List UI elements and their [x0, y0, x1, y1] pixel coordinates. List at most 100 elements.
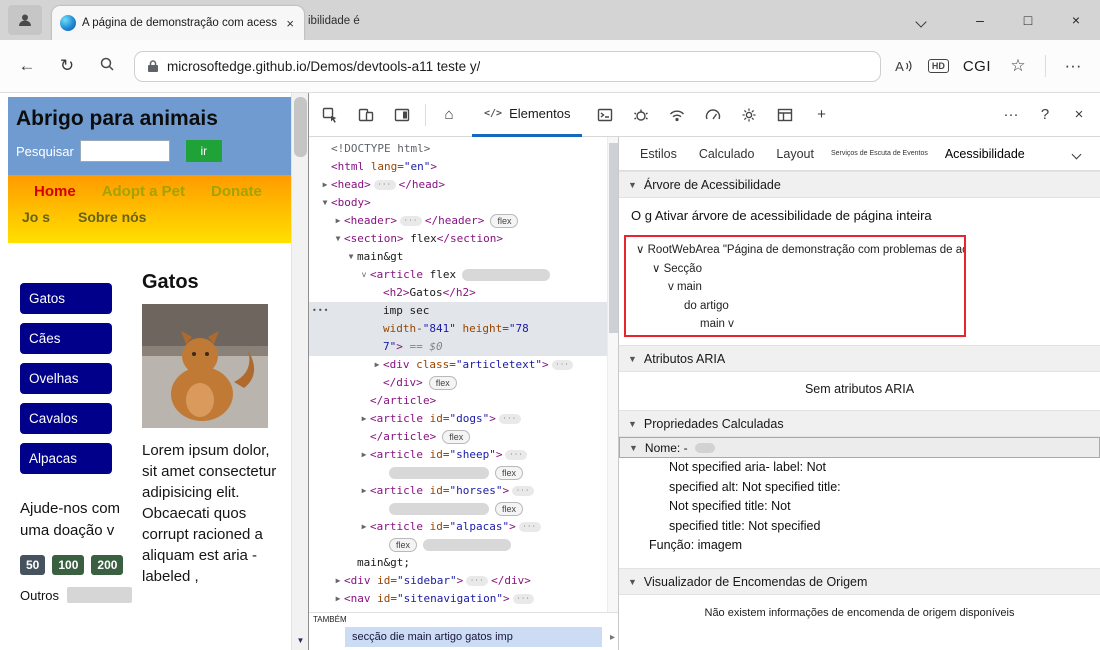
panel-tab-acessibilidade[interactable]: Acessibilidade — [934, 147, 1036, 161]
performance-icon[interactable] — [700, 102, 726, 128]
panel-tabs-chevron-icon[interactable] — [1071, 145, 1082, 163]
computed-name-row[interactable]: ▼ Nome: - — [619, 437, 1100, 458]
window-close-button[interactable]: × — [1052, 0, 1100, 40]
application-icon[interactable] — [772, 102, 798, 128]
nav-link-donate[interactable]: Donate — [211, 183, 262, 200]
profile-label[interactable]: CGI — [963, 58, 991, 75]
dom-tree-line[interactable]: ••• imp sec — [309, 302, 618, 320]
dom-tree-line[interactable]: ▶ <article id="horses"> ··· — [309, 482, 618, 500]
a11y-tree-node[interactable]: main v — [626, 315, 964, 334]
dom-tree-scrollbar[interactable] — [607, 137, 618, 612]
expand-ellipsis-button[interactable]: ··· — [399, 216, 422, 226]
console-icon[interactable] — [592, 102, 618, 128]
dom-tree-line[interactable]: ▶ <nav id="sitenavigation"> ··· — [309, 590, 618, 608]
panel-tab-layout[interactable]: Layout — [765, 147, 825, 161]
category-button-ovelhas[interactable]: Ovelhas — [20, 363, 112, 394]
tab-actions-chevron-icon[interactable] — [915, 13, 927, 31]
search-go-button[interactable]: ir — [185, 140, 222, 162]
expand-arrow-icon[interactable]: ▶ — [358, 518, 370, 536]
section-aria-attributes[interactable]: ▼ Atributos ARIA — [619, 345, 1100, 372]
address-bar[interactable]: microsoftedge.github.io/Demos/devtools-a… — [134, 50, 882, 82]
panel-tab-estilos[interactable]: Estilos — [629, 147, 688, 161]
expand-arrow-icon[interactable]: ▼ — [332, 230, 344, 248]
issues-bug-icon[interactable] — [628, 102, 654, 128]
donation-amount-100[interactable]: 100 — [52, 555, 85, 575]
dom-tree-line[interactable]: ▼ main&gt — [309, 248, 618, 266]
refresh-button[interactable]: ↻ — [54, 56, 80, 76]
dock-side-icon[interactable] — [389, 102, 415, 128]
dom-tree-line[interactable]: width-"841" height="78 — [309, 320, 618, 338]
page-scrollbar-thumb[interactable] — [294, 97, 307, 157]
nav-link-jo-s[interactable]: Jo s — [22, 209, 50, 225]
site-info-lock-icon[interactable] — [147, 59, 159, 73]
dom-tree-line[interactable]: flex — [309, 536, 618, 554]
minimize-button[interactable]: – — [956, 0, 1004, 40]
expand-arrow-icon[interactable]: ▼ — [345, 248, 357, 266]
dom-tree-line[interactable]: <html lang="en"> — [309, 158, 618, 176]
category-button-cavalos[interactable]: Cavalos — [20, 403, 112, 434]
expand-ellipsis-button[interactable]: ··· — [512, 486, 534, 496]
category-button-c-es[interactable]: Cães — [20, 323, 112, 354]
devtools-more-menu-icon[interactable]: ··· — [998, 102, 1024, 128]
a11y-tree-node[interactable]: do artigo — [626, 297, 964, 316]
welcome-home-icon[interactable]: ⌂ — [436, 102, 462, 128]
dom-tree-line[interactable]: ▶ <div id="sidebar"> ··· </div> — [309, 572, 618, 590]
expand-ellipsis-button[interactable]: ··· — [466, 576, 489, 586]
devtools-close-icon[interactable]: × — [1066, 102, 1092, 128]
nav-link-sobre-n-s[interactable]: Sobre nós — [78, 209, 146, 225]
browser-tab[interactable]: A página de demonstração com acess × — [52, 6, 304, 40]
expand-arrow-icon[interactable]: ▶ — [319, 176, 331, 194]
inspect-element-icon[interactable] — [317, 102, 343, 128]
breadcrumb-next-icon[interactable]: ▸ — [610, 632, 615, 643]
a11y-tree-node[interactable]: ∨ Secção — [626, 260, 964, 279]
search-button[interactable] — [94, 56, 120, 77]
devtools-help-icon[interactable]: ? — [1032, 102, 1058, 128]
category-button-gatos[interactable]: Gatos — [20, 283, 112, 314]
browser-profile-button[interactable] — [8, 5, 42, 35]
page-scrollbar[interactable]: ▼ — [291, 93, 308, 650]
dom-tree-line[interactable]: </div> flex — [309, 374, 618, 392]
more-tools-plus-icon[interactable]: + — [808, 102, 834, 128]
dom-tree-line[interactable]: <h2>Gatos</h2> — [309, 284, 618, 302]
settings-gear-icon[interactable] — [736, 102, 762, 128]
dom-tree-line[interactable]: </article> — [309, 392, 618, 410]
dom-tree-line[interactable]: ▶ <article id="sheep"> ··· — [309, 446, 618, 464]
dom-tree-scrollbar-thumb[interactable] — [609, 143, 618, 333]
expand-arrow-icon[interactable]: ▶ — [358, 482, 370, 500]
enable-fullpage-a11y-checkbox[interactable]: O g Ativar árvore de acessibilidade de p… — [619, 198, 1100, 234]
panel-tab-calculado[interactable]: Calculado — [688, 147, 766, 161]
dom-tree-line[interactable]: ▶ <div class="articletext"> ··· — [309, 356, 618, 374]
device-emulation-icon[interactable] — [353, 102, 379, 128]
dom-tree-line[interactable]: ▶ <head> ··· </head> — [309, 176, 618, 194]
expand-arrow-icon[interactable]: v — [358, 266, 370, 284]
settings-more-button[interactable]: ··· — [1060, 56, 1086, 76]
dom-tree-line[interactable]: ▶ <article id="alpacas"> ··· — [309, 518, 618, 536]
dom-tree-line[interactable]: v <article flex — [309, 266, 618, 284]
expand-ellipsis-button[interactable]: ··· — [498, 414, 521, 424]
scroll-down-arrow-icon[interactable]: ▼ — [292, 632, 308, 649]
maximize-button[interactable]: □ — [1004, 0, 1052, 40]
expand-ellipsis-button[interactable]: ··· — [373, 180, 396, 190]
breadcrumb[interactable]: secção die main artigo gatos imp — [345, 627, 602, 647]
tab-close-icon[interactable]: × — [284, 16, 296, 31]
expand-arrow-icon[interactable]: ▶ — [332, 572, 344, 590]
expand-ellipsis-button[interactable]: ··· — [512, 594, 535, 604]
back-button[interactable]: ← — [14, 56, 40, 76]
network-icon[interactable] — [664, 102, 690, 128]
favorites-star-icon[interactable]: ☆ — [1005, 56, 1031, 76]
dom-tree-line[interactable]: ▼ <body> — [309, 194, 618, 212]
dom-tree-line[interactable]: 7"> == $0 — [309, 338, 618, 356]
expand-ellipsis-button[interactable]: ··· — [505, 450, 528, 460]
a11y-tree-node[interactable]: v main — [626, 278, 964, 297]
dom-tree-line[interactable]: ▼ <section> flex</section> — [309, 230, 618, 248]
dom-tree-line[interactable]: flex — [309, 464, 618, 482]
a11y-tree-node[interactable]: ∨ RootWebArea "Página de demonstração co… — [626, 241, 964, 260]
nav-link-home[interactable]: Home — [34, 183, 76, 200]
tab-elements[interactable]: </> Elementos — [472, 93, 583, 137]
expand-arrow-icon[interactable]: ▶ — [358, 446, 370, 464]
dom-tree-line[interactable]: </article> flex — [309, 428, 618, 446]
expand-arrow-icon[interactable]: ▶ — [371, 356, 383, 374]
nav-link-adopt-a-pet[interactable]: Adopt a Pet — [102, 183, 185, 200]
section-computed-properties[interactable]: ▼ Propriedades Calculadas — [619, 410, 1100, 437]
page-search-input[interactable] — [79, 140, 170, 162]
